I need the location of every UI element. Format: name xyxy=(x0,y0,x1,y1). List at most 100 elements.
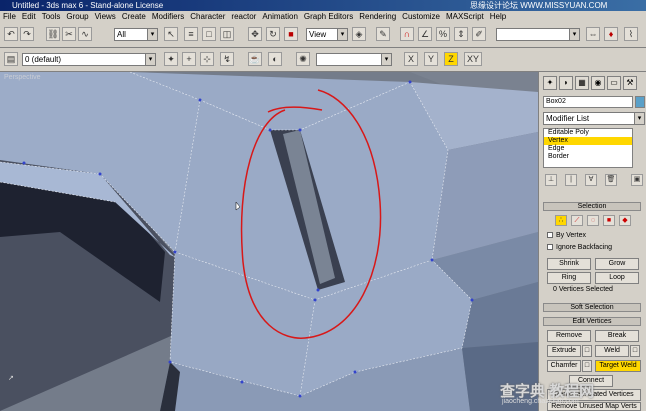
create-tab-icon[interactable]: ✦ xyxy=(543,76,557,90)
align-icon[interactable]: ♦ xyxy=(604,27,618,41)
chamfer-settings-button[interactable]: □ xyxy=(582,360,592,372)
remove-modifier-icon[interactable]: 🗑 xyxy=(605,174,617,186)
selection-filter-select[interactable]: All xyxy=(114,28,158,41)
pin-stack-icon[interactable]: ⊥ xyxy=(545,174,557,186)
spinner-snap-icon[interactable]: ⇕ xyxy=(454,27,468,41)
undo-icon[interactable]: ↶ xyxy=(4,27,18,41)
render-scene-icon[interactable]: ☕ xyxy=(248,52,262,66)
angle-snap-icon[interactable]: ∠ xyxy=(418,27,432,41)
menu-rendering[interactable]: Rendering xyxy=(356,11,399,22)
selection-rollout[interactable]: Selection xyxy=(543,202,641,211)
quick-render-icon[interactable]: ◐ xyxy=(268,52,282,66)
curve-editor-icon[interactable]: ⌇ xyxy=(624,27,638,41)
grow-button[interactable]: Grow xyxy=(595,258,639,270)
edge-mode-icon[interactable]: ⟋ xyxy=(571,215,583,226)
perspective-viewport[interactable]: Perspective ↗ xyxy=(0,72,538,411)
snap-icon[interactable]: ∩ xyxy=(400,27,414,41)
select-by-name-icon[interactable]: ≡ xyxy=(184,27,198,41)
menu-modifiers[interactable]: Modifiers xyxy=(149,11,187,22)
target-weld-button[interactable]: Target Weld xyxy=(595,360,641,372)
select-object-icon[interactable]: ↖ xyxy=(164,27,178,41)
edit-named-selections-icon[interactable]: ✐ xyxy=(472,27,486,41)
weld-settings-button[interactable]: □ xyxy=(630,345,640,357)
menu-customize[interactable]: Customize xyxy=(399,11,443,22)
break-button[interactable]: Break xyxy=(595,330,639,342)
modifier-stack[interactable]: Editable Poly Vertex Edge Border xyxy=(543,128,633,168)
menu-help[interactable]: Help xyxy=(487,11,509,22)
restrict-z-button[interactable]: Z xyxy=(444,52,458,66)
weld-button[interactable]: Weld xyxy=(595,345,629,357)
menu-create[interactable]: Create xyxy=(119,11,149,22)
viewport-label: Perspective xyxy=(4,74,41,81)
add-to-layer-icon[interactable]: + xyxy=(182,52,196,66)
create-layer-icon[interactable]: ✦ xyxy=(164,52,178,66)
layer-select[interactable]: 0 (default) xyxy=(22,53,156,66)
modify-tab-icon[interactable]: ◗ xyxy=(559,76,573,90)
vertex-mode-icon[interactable]: ∴ xyxy=(555,215,567,226)
border-mode-icon[interactable]: ◌ xyxy=(587,215,599,226)
rectangular-selection-icon[interactable]: □ xyxy=(202,27,216,41)
extrude-settings-button[interactable]: □ xyxy=(582,345,592,357)
link-icon[interactable]: ⛓ xyxy=(46,27,60,41)
render-type-select[interactable] xyxy=(316,53,392,66)
edit-vertices-rollout[interactable]: Edit Vertices xyxy=(543,317,641,326)
soft-selection-rollout[interactable]: Soft Selection xyxy=(543,303,641,312)
motion-tab-icon[interactable]: ◉ xyxy=(591,76,605,90)
pivot-icon[interactable]: ◈ xyxy=(352,27,366,41)
top-watermark: 思缘设计论坛 WWW.MISSYUAN.COM xyxy=(470,1,608,10)
select-in-layer-icon[interactable]: ⊹ xyxy=(200,52,214,66)
unlink-icon[interactable]: ✂ xyxy=(62,27,76,41)
reference-coord-select[interactable]: View xyxy=(306,28,348,41)
utilities-tab-icon[interactable]: ⚒ xyxy=(623,76,637,90)
menu-graph-editors[interactable]: Graph Editors xyxy=(301,11,356,22)
restrict-x-button[interactable]: X xyxy=(404,52,418,66)
window-crossing-icon[interactable]: ◫ xyxy=(220,27,234,41)
menu-animation[interactable]: Animation xyxy=(259,11,301,22)
display-tab-icon[interactable]: ▭ xyxy=(607,76,621,90)
loop-button[interactable]: Loop xyxy=(595,272,639,284)
stack-item-vertex[interactable]: Vertex xyxy=(544,137,632,145)
configure-sets-icon[interactable]: ▣ xyxy=(631,174,643,186)
restrict-y-button[interactable]: Y xyxy=(424,52,438,66)
stack-item-border[interactable]: Border xyxy=(544,153,632,161)
modifier-list-select[interactable]: Modifier List xyxy=(543,112,645,125)
object-color-swatch[interactable] xyxy=(635,96,645,108)
axis-tripod: ↗ xyxy=(8,375,14,382)
remove-button[interactable]: Remove xyxy=(547,330,591,342)
menu-tools[interactable]: Tools xyxy=(39,11,64,22)
redo-icon[interactable]: ↷ xyxy=(20,27,34,41)
ignore-backfacing-checkbox[interactable]: Ignore Backfacing xyxy=(547,244,612,251)
object-name-field[interactable]: Box02 xyxy=(543,96,633,108)
rotate-icon[interactable]: ↻ xyxy=(266,27,280,41)
menu-character[interactable]: Character xyxy=(187,11,228,22)
by-vertex-checkbox[interactable]: By Vertex xyxy=(547,232,586,239)
element-mode-icon[interactable]: ◆ xyxy=(619,215,631,226)
named-selection-select[interactable] xyxy=(496,28,580,41)
material-editor-icon[interactable]: ✺ xyxy=(296,52,310,66)
ring-button[interactable]: Ring xyxy=(547,272,591,284)
restrict-xy-button[interactable]: XY xyxy=(464,52,482,66)
menu-group[interactable]: Group xyxy=(63,11,91,22)
mirror-icon[interactable]: ⇔ xyxy=(586,27,600,41)
stack-item-editable-poly[interactable]: Editable Poly xyxy=(544,129,632,137)
extrude-button[interactable]: Extrude xyxy=(547,345,581,357)
move-icon[interactable]: ✥ xyxy=(248,27,262,41)
menu-file[interactable]: File xyxy=(0,11,19,22)
make-unique-icon[interactable]: ∀ xyxy=(585,174,597,186)
scale-icon[interactable]: ■ xyxy=(284,27,298,41)
show-end-result-icon[interactable]: | xyxy=(565,174,577,186)
layer-manager-icon[interactable]: ▤ xyxy=(4,52,18,66)
select-manipulate-icon[interactable]: ✎ xyxy=(376,27,390,41)
menu-views[interactable]: Views xyxy=(92,11,119,22)
menu-maxscript[interactable]: MAXScript xyxy=(443,11,487,22)
layer-properties-icon[interactable]: ↯ xyxy=(220,52,234,66)
percent-snap-icon[interactable]: % xyxy=(436,27,450,41)
bind-space-warp-icon[interactable]: ∿ xyxy=(78,27,92,41)
polygon-mode-icon[interactable]: ■ xyxy=(603,215,615,226)
hierarchy-tab-icon[interactable]: ▦ xyxy=(575,76,589,90)
menu-reactor[interactable]: reactor xyxy=(228,11,259,22)
shrink-button[interactable]: Shrink xyxy=(547,258,591,270)
menu-edit[interactable]: Edit xyxy=(19,11,39,22)
stack-item-edge[interactable]: Edge xyxy=(544,145,632,153)
chamfer-button[interactable]: Chamfer xyxy=(547,360,581,372)
